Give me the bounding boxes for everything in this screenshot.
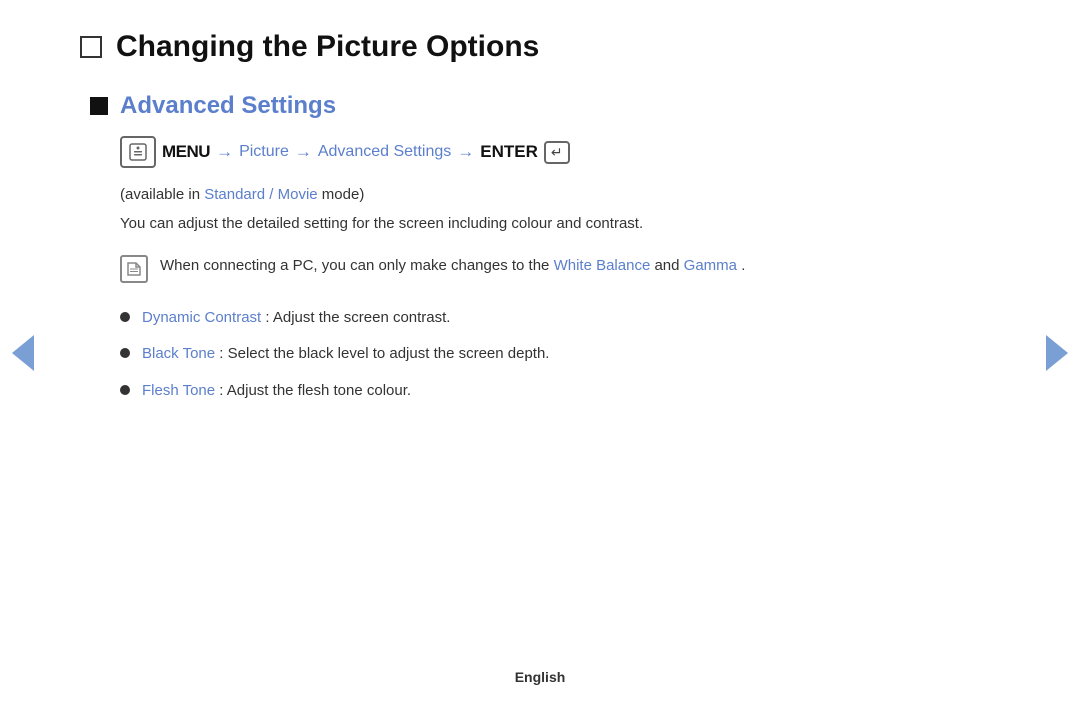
note-text-after: . bbox=[741, 257, 745, 274]
white-balance-link: White Balance bbox=[554, 257, 651, 274]
menu-picture-link[interactable]: Picture bbox=[239, 143, 289, 161]
menu-advanced-link[interactable]: Advanced Settings bbox=[318, 143, 451, 161]
note-text-before: When connecting a PC, you can only make … bbox=[160, 257, 554, 274]
nav-next-button[interactable] bbox=[1046, 335, 1068, 371]
note-box: When connecting a PC, you can only make … bbox=[120, 254, 1000, 283]
bullet-dot-icon bbox=[120, 312, 130, 322]
title-checkbox-icon bbox=[80, 36, 102, 58]
arrow-icon-3: → bbox=[457, 142, 474, 162]
flesh-tone-link: Flesh Tone bbox=[142, 382, 215, 399]
list-item: Flesh Tone : Adjust the flesh tone colou… bbox=[120, 380, 1000, 403]
available-text: (available in Standard / Movie mode) bbox=[120, 186, 1000, 203]
page-container: Changing the Picture Options Advanced Se… bbox=[0, 0, 1080, 456]
page-title: Changing the Picture Options bbox=[116, 30, 539, 64]
dynamic-contrast-link: Dynamic Contrast bbox=[142, 309, 261, 326]
available-link: Standard / Movie bbox=[204, 186, 317, 203]
section-header: Advanced Settings bbox=[90, 92, 1000, 120]
arrow-icon-2: → bbox=[295, 142, 312, 162]
feature-list: Dynamic Contrast : Adjust the screen con… bbox=[120, 307, 1000, 403]
note-text-mid: and bbox=[654, 257, 683, 274]
black-tone-desc: : Select the black level to adjust the s… bbox=[219, 345, 549, 362]
bullet-dot-icon bbox=[120, 385, 130, 395]
bullet-item-text: Black Tone : Select the black level to a… bbox=[142, 343, 549, 366]
nav-prev-button[interactable] bbox=[12, 335, 34, 371]
note-icon bbox=[120, 255, 148, 283]
list-item: Dynamic Contrast : Adjust the screen con… bbox=[120, 307, 1000, 330]
menu-path: MENU → Picture → Advanced Settings → ENT… bbox=[120, 136, 1000, 168]
description-text: You can adjust the detailed setting for … bbox=[120, 213, 1000, 236]
section-title: Advanced Settings bbox=[120, 92, 336, 120]
arrow-icon-1: → bbox=[216, 142, 233, 162]
dynamic-contrast-desc: : Adjust the screen contrast. bbox=[265, 309, 450, 326]
section-bullet-icon bbox=[90, 97, 108, 115]
main-title-row: Changing the Picture Options bbox=[80, 30, 1000, 64]
advanced-settings-section: Advanced Settings MENU → Picture → Advan… bbox=[90, 92, 1000, 402]
menu-remote-icon bbox=[120, 136, 156, 168]
footer-language: English bbox=[515, 669, 566, 685]
enter-label: ENTER bbox=[480, 142, 538, 162]
available-suffix: mode) bbox=[322, 186, 365, 203]
note-text: When connecting a PC, you can only make … bbox=[160, 254, 745, 278]
gamma-link: Gamma bbox=[684, 257, 737, 274]
content-body: (available in Standard / Movie mode) You… bbox=[120, 186, 1000, 402]
list-item: Black Tone : Select the black level to a… bbox=[120, 343, 1000, 366]
enter-icon: ↵ bbox=[544, 141, 570, 164]
flesh-tone-desc: : Adjust the flesh tone colour. bbox=[219, 382, 411, 399]
black-tone-link: Black Tone bbox=[142, 345, 215, 362]
bullet-item-text: Dynamic Contrast : Adjust the screen con… bbox=[142, 307, 450, 330]
bullet-item-text: Flesh Tone : Adjust the flesh tone colou… bbox=[142, 380, 411, 403]
bullet-dot-icon bbox=[120, 348, 130, 358]
menu-label: MENU bbox=[162, 142, 210, 162]
available-prefix: (available in bbox=[120, 186, 204, 203]
